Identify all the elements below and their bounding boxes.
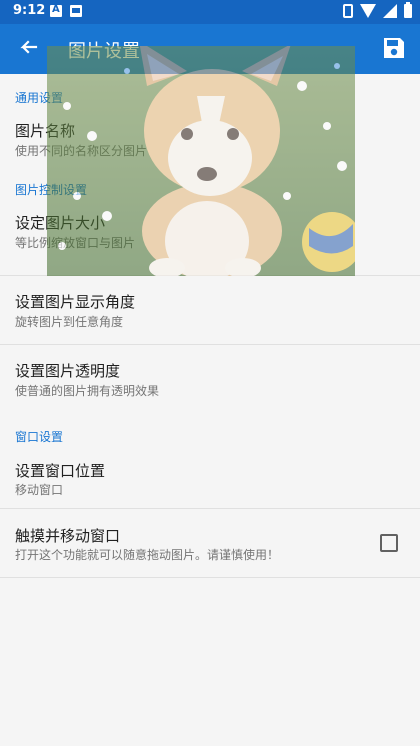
pref-title: 设置窗口位置 — [15, 462, 106, 480]
signal-icon — [383, 4, 397, 18]
category-general: 通用设置 — [15, 91, 64, 105]
pref-summary: 使普通的图片拥有透明效果 — [15, 384, 160, 398]
arrow-back-icon — [20, 40, 38, 54]
app-bar: 图片设置 — [0, 24, 420, 74]
pref-summary: 等比例缩放窗口与图片 — [15, 236, 136, 250]
save-icon — [384, 38, 404, 58]
pref-image-name[interactable]: 图片名称 使用不同的名称区分图片 — [0, 106, 420, 168]
pref-summary: 打开这个功能就可以随意拖动图片。请谨慎使用！ — [15, 548, 280, 562]
pref-title: 设置图片显示角度 — [15, 293, 136, 311]
category-image-control: 图片控制设置 — [15, 183, 88, 197]
pref-touch-move-window[interactable]: 触摸并移动窗口 打开这个功能就可以随意拖动图片。请谨慎使用！ — [0, 509, 420, 577]
notification-a-icon — [50, 4, 62, 17]
divider — [0, 577, 420, 578]
wifi-icon — [360, 4, 376, 18]
pref-window-position[interactable]: 设置窗口位置 移动窗口 — [0, 445, 420, 508]
pref-image-size[interactable]: 设定图片大小 等比例缩放窗口与图片 — [0, 198, 420, 275]
pref-title: 触摸并移动窗口 — [15, 527, 121, 545]
pref-image-opacity[interactable]: 设置图片透明度 使普通的图片拥有透明效果 — [0, 345, 420, 413]
pref-summary: 旋转图片到任意角度 — [15, 315, 124, 329]
back-button[interactable] — [10, 30, 46, 66]
pref-summary: 使用不同的名称区分图片 — [15, 144, 148, 158]
pref-title: 设定图片大小 — [15, 214, 106, 232]
pref-title: 设置图片透明度 — [15, 362, 121, 380]
category-window: 窗口设置 — [15, 430, 64, 444]
vibrate-icon — [343, 4, 353, 18]
preferences-list: 通用设置 图片名称 使用不同的名称区分图片 图片控制设置 设定图片大小 等比例缩… — [0, 74, 420, 578]
pref-title: 图片名称 — [15, 122, 76, 140]
battery-icon — [404, 2, 412, 18]
touch-move-checkbox[interactable] — [380, 534, 398, 552]
status-bar: 9:12 — [0, 0, 420, 24]
page-title: 图片设置 — [68, 41, 140, 62]
pref-summary: 移动窗口 — [15, 483, 64, 497]
status-time: 9:12 — [13, 3, 46, 18]
pref-image-rotation[interactable]: 设置图片显示角度 旋转图片到任意角度 — [0, 276, 420, 344]
notification-image-icon — [70, 5, 82, 17]
save-button[interactable] — [378, 32, 410, 64]
